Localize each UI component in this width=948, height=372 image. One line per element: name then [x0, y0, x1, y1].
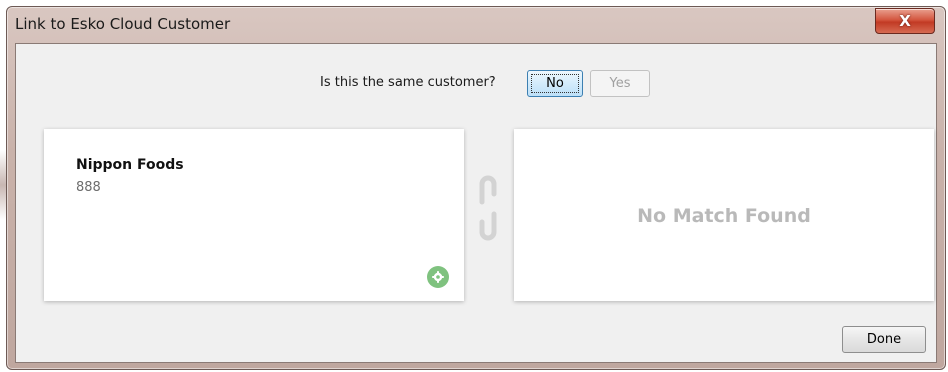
- dialog-content: Is this the same customer? No Yes Nippon…: [15, 43, 937, 363]
- focus-ring: [531, 74, 579, 93]
- customer-id: 888: [76, 180, 101, 195]
- confirmation-row: Is this the same customer? No Yes: [16, 70, 936, 100]
- dialog-window: Link to Esko Cloud Customer X Is this th…: [6, 6, 946, 370]
- customer-name: Nippon Foods: [76, 157, 184, 173]
- gear-icon[interactable]: [427, 266, 449, 288]
- done-button-label: Done: [866, 332, 902, 347]
- confirmation-question: Is this the same customer?: [320, 75, 496, 90]
- done-button[interactable]: Done: [842, 326, 926, 353]
- cloud-match-card: No Match Found: [514, 129, 934, 301]
- yes-button-label: Yes: [609, 76, 631, 91]
- no-match-message: No Match Found: [637, 205, 811, 227]
- yes-button[interactable]: Yes: [590, 70, 650, 97]
- title-bar[interactable]: Link to Esko Cloud Customer X: [7, 7, 945, 43]
- window-title: Link to Esko Cloud Customer: [15, 15, 231, 33]
- chain-link-icon: [478, 172, 498, 244]
- close-icon: X: [899, 12, 911, 30]
- close-button[interactable]: X: [875, 8, 935, 34]
- no-button[interactable]: No: [527, 70, 583, 97]
- local-customer-card: Nippon Foods 888: [44, 129, 464, 301]
